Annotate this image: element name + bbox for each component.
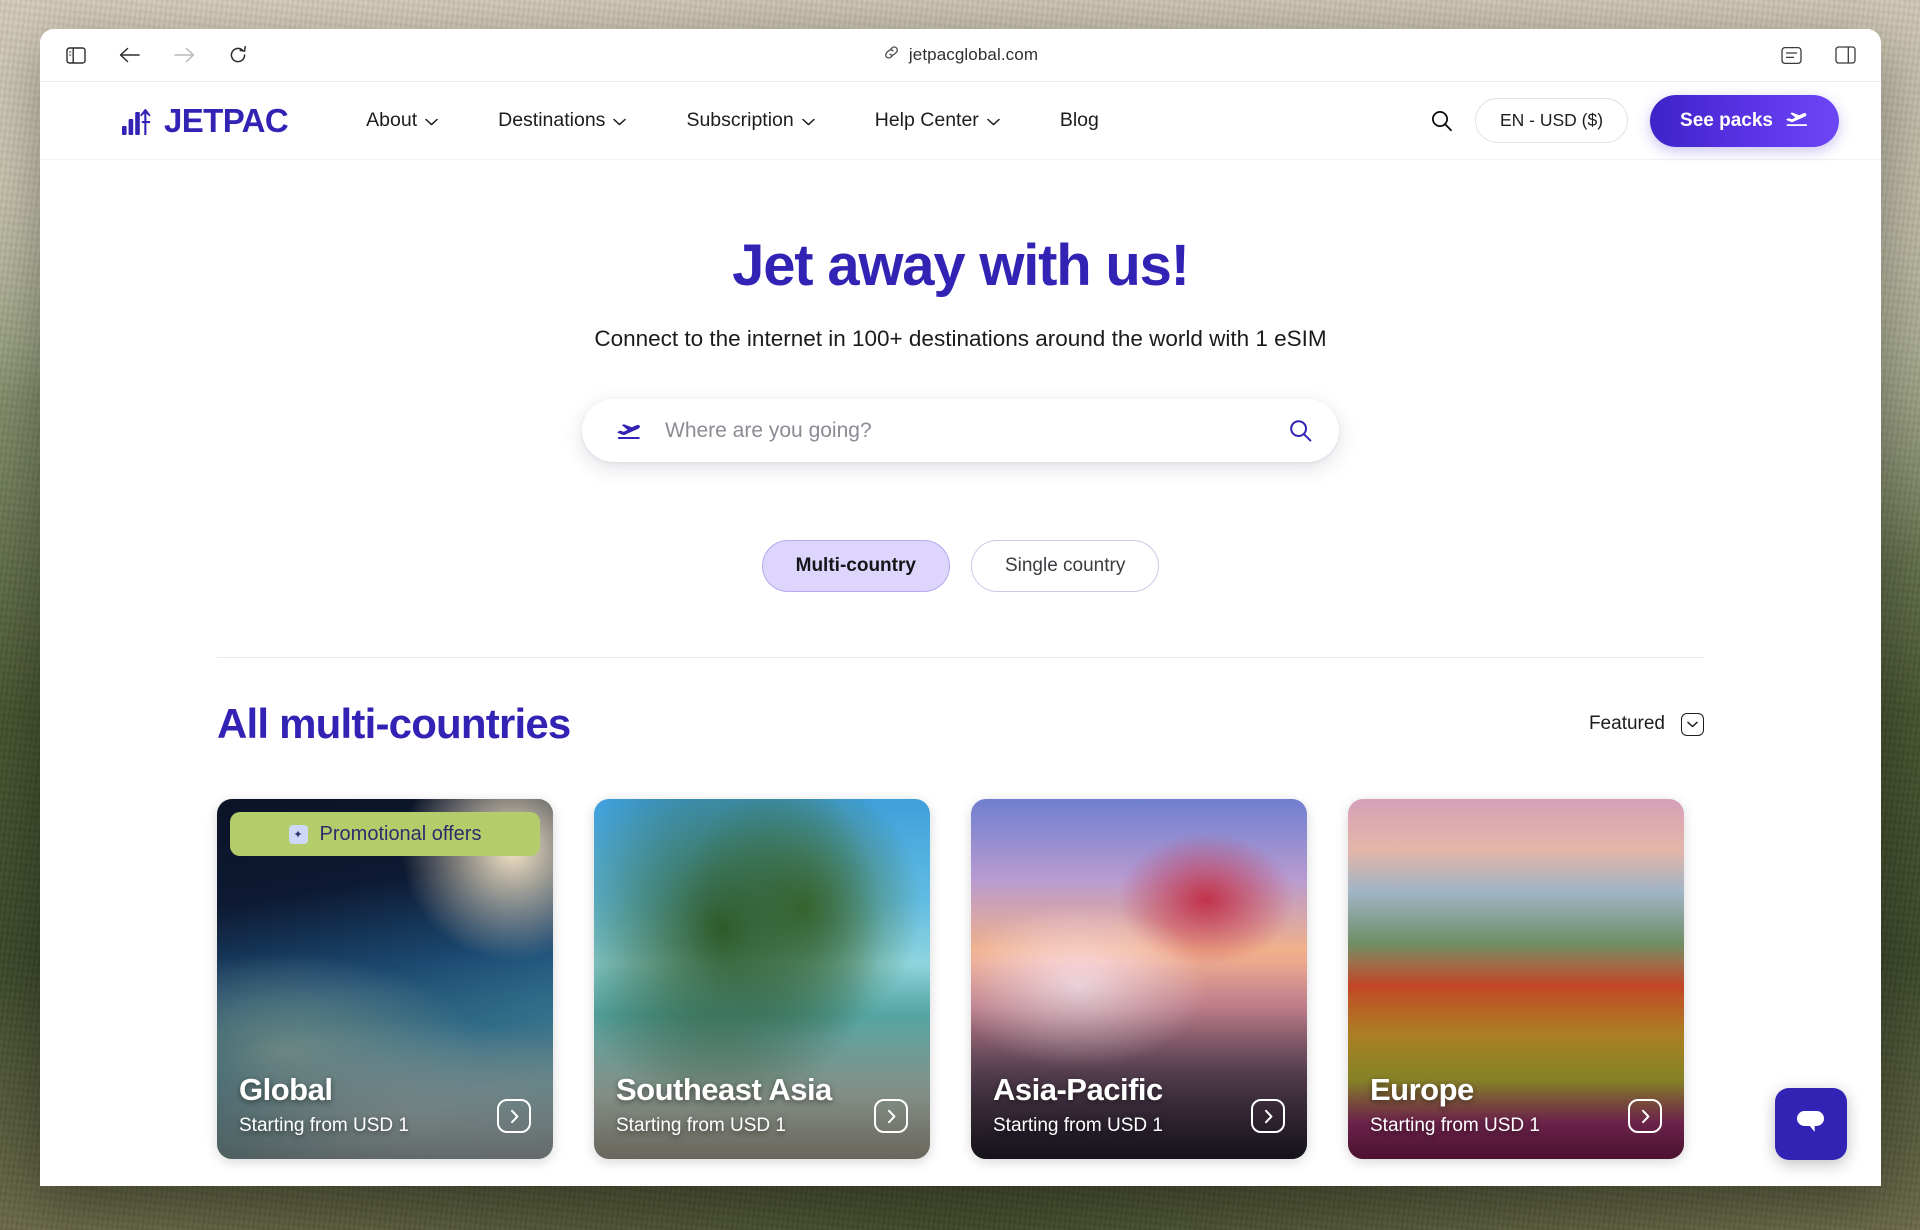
nav-label: Subscription xyxy=(686,109,794,131)
browser-toolbar: jetpacglobal.com xyxy=(40,29,1881,82)
destination-card[interactable]: ✦ Promotional offers Global Starting fro… xyxy=(217,799,553,1159)
search-icon[interactable] xyxy=(1430,109,1453,132)
section-divider xyxy=(217,657,1704,658)
destination-search-bar[interactable] xyxy=(582,399,1339,462)
arrow-right-icon[interactable] xyxy=(1251,1099,1285,1133)
nav-item-destinations[interactable]: Destinations xyxy=(468,101,656,140)
split-view-icon[interactable] xyxy=(1831,41,1859,69)
browser-window: jetpacglobal.com JETPAC About Destinatio… xyxy=(40,29,1881,1186)
nav-label: Destinations xyxy=(498,109,606,131)
chevron-down-icon xyxy=(802,109,815,132)
section-title: All multi-countries xyxy=(217,700,571,747)
search-input[interactable] xyxy=(665,418,1266,443)
language-currency-selector[interactable]: EN - USD ($) xyxy=(1474,98,1629,143)
hero-subtitle: Connect to the internet in 100+ destinat… xyxy=(594,326,1327,351)
destination-card-grid: ✦ Promotional offers Global Starting fro… xyxy=(217,799,1704,1159)
country-type-toggle: Multi-country Single country xyxy=(40,540,1881,592)
language-currency-label: EN - USD ($) xyxy=(1499,110,1604,130)
section-header: All multi-countries Featured xyxy=(217,700,1704,748)
card-title: Southeast Asia xyxy=(616,1071,832,1107)
card-price: Starting from USD 1 xyxy=(993,1115,1163,1136)
address-bar[interactable]: jetpacglobal.com xyxy=(40,29,1881,81)
sort-label: Featured xyxy=(1588,713,1665,734)
destination-card[interactable]: Southeast Asia Starting from USD 1 xyxy=(594,799,930,1159)
chevron-down-icon xyxy=(987,109,1000,132)
card-title: Europe xyxy=(1370,1071,1474,1107)
sort-control[interactable]: Featured xyxy=(1588,712,1704,736)
promotional-offers-badge: ✦ Promotional offers xyxy=(230,812,540,856)
site-logo[interactable]: JETPAC xyxy=(122,101,289,140)
hero-section: Jet away with us! Connect to the interne… xyxy=(40,160,1881,592)
reader-view-icon[interactable] xyxy=(1777,41,1805,69)
toggle-multi-country[interactable]: Multi-country xyxy=(761,540,950,592)
nav-item-blog[interactable]: Blog xyxy=(1030,101,1129,140)
card-price: Starting from USD 1 xyxy=(1370,1115,1540,1136)
card-title: Asia-Pacific xyxy=(993,1071,1163,1107)
promo-label: Promotional offers xyxy=(319,822,482,845)
card-price: Starting from USD 1 xyxy=(239,1115,409,1136)
toggle-single-country[interactable]: Single country xyxy=(970,540,1160,592)
destination-card[interactable]: Europe Starting from USD 1 xyxy=(1348,799,1684,1159)
page-content: JETPAC About Destinations Subscription H… xyxy=(40,82,1881,1186)
nav-label: Help Center xyxy=(874,109,979,131)
plane-landing-icon xyxy=(616,420,643,441)
destination-card[interactable]: Asia-Pacific Starting from USD 1 xyxy=(971,799,1307,1159)
arrow-right-icon[interactable] xyxy=(497,1099,531,1133)
nav-item-help-center[interactable]: Help Center xyxy=(845,101,1030,140)
forward-arrow-icon[interactable] xyxy=(170,41,198,69)
arrow-right-icon[interactable] xyxy=(1628,1099,1662,1133)
address-bar-url: jetpacglobal.com xyxy=(908,45,1039,64)
nav-item-subscription[interactable]: Subscription xyxy=(656,101,844,140)
site-logo-text: JETPAC xyxy=(164,101,289,139)
chevron-down-icon[interactable] xyxy=(1681,712,1704,736)
sparkle-icon: ✦ xyxy=(288,824,308,844)
back-arrow-icon[interactable] xyxy=(116,41,144,69)
search-submit-icon[interactable] xyxy=(1288,418,1313,443)
plane-landing-icon xyxy=(1785,109,1809,133)
card-title: Global xyxy=(239,1071,333,1107)
toggle-label: Multi-country xyxy=(795,555,916,576)
sidebar-toggle-icon[interactable] xyxy=(62,41,90,69)
jetpac-logo-icon xyxy=(122,101,155,140)
nav-item-about[interactable]: About xyxy=(336,101,468,140)
arrow-right-icon[interactable] xyxy=(874,1099,908,1133)
chevron-down-icon xyxy=(425,109,438,132)
chat-widget-button[interactable] xyxy=(1775,1088,1847,1160)
link-icon xyxy=(883,44,900,66)
see-packs-button[interactable]: See packs xyxy=(1650,94,1839,147)
chat-bubble-icon xyxy=(1794,1107,1828,1142)
chevron-down-icon xyxy=(613,109,627,132)
nav-label: Blog xyxy=(1059,109,1099,131)
nav-label: About xyxy=(366,109,418,131)
card-price: Starting from USD 1 xyxy=(616,1115,786,1136)
site-header: JETPAC About Destinations Subscription H… xyxy=(40,82,1881,160)
reload-icon[interactable] xyxy=(224,41,252,69)
main-navigation: About Destinations Subscription Help Cen… xyxy=(336,101,1129,140)
see-packs-label: See packs xyxy=(1680,109,1773,131)
page-title: Jet away with us! xyxy=(732,233,1190,298)
toggle-label: Single country xyxy=(1004,555,1126,576)
